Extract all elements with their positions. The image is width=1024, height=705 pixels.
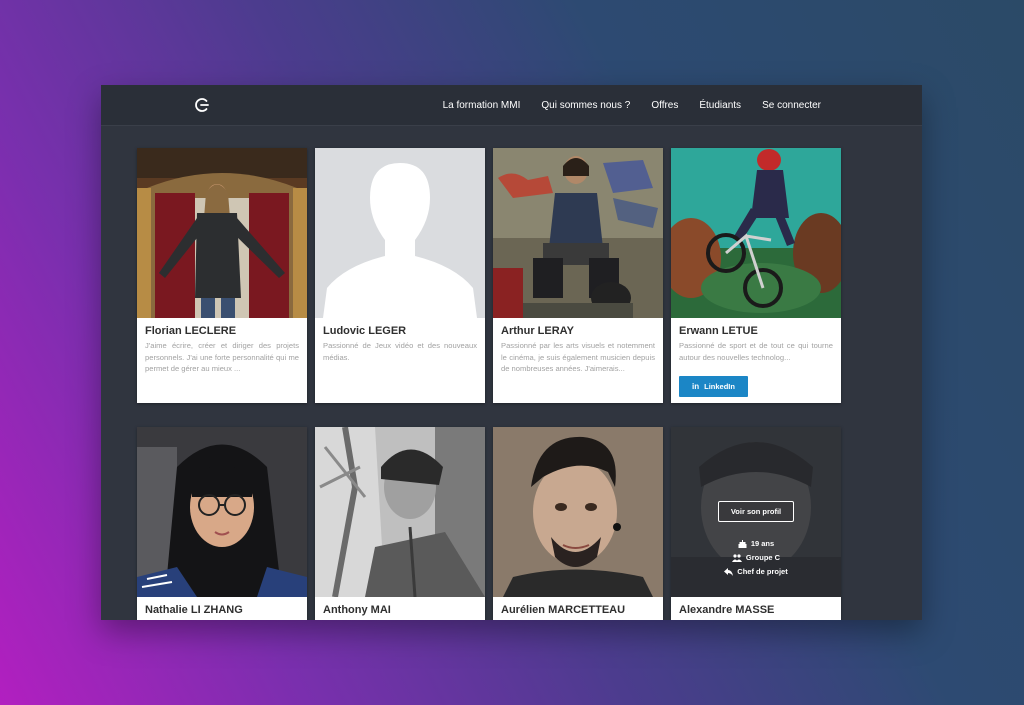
student-card[interactable]: Arthur LERAY Passionné par les arts visu… — [493, 148, 663, 403]
nav-link-offers[interactable]: Offres — [651, 100, 678, 111]
role-text: Chef de projet — [737, 567, 788, 576]
student-card[interactable]: Anthony MAI — [315, 427, 485, 620]
student-name: Arthur LERAY — [501, 325, 574, 337]
linkedin-icon: in — [692, 382, 700, 391]
age-row: 19 ans — [738, 539, 774, 548]
student-photo — [671, 148, 841, 318]
nav-link-formation[interactable]: La formation MMI — [443, 100, 521, 111]
view-profile-button[interactable]: Voir son profil — [718, 501, 794, 522]
student-description: J'aime écrire, créer et diriger des proj… — [145, 341, 299, 373]
role-row: Chef de projet — [724, 567, 788, 576]
student-description: Passionné de Jeux vidéo et des nouveaux … — [323, 341, 477, 362]
reply-icon — [724, 567, 734, 576]
logo-icon[interactable] — [194, 97, 210, 113]
student-card[interactable]: Ludovic LEGER Passionné de Jeux vidéo et… — [315, 148, 485, 403]
student-card[interactable]: Aurélien MARCETTEAU — [493, 427, 663, 620]
profile-overlay: Voir son profil 19 ans Groupe C Chef de … — [671, 427, 841, 597]
group-row: Groupe C — [731, 553, 781, 562]
profile-meta: 19 ans Groupe C Chef de projet — [724, 539, 788, 576]
student-name: Ludovic LEGER — [323, 325, 407, 337]
student-name: Florian LECLERE — [145, 325, 237, 337]
group-text: Groupe C — [745, 553, 781, 562]
linkedin-label: LinkedIn — [704, 382, 735, 391]
student-description: Passionné par les arts visuels et notemm… — [501, 341, 655, 373]
age-text: 19 ans — [750, 539, 775, 548]
birthday-cake-icon — [738, 539, 747, 548]
users-icon — [731, 553, 742, 562]
student-name: Alexandre MASSE — [679, 604, 775, 616]
nav-link-students[interactable]: Étudiants — [699, 100, 741, 111]
student-card[interactable]: Nathalie LI ZHANG — [137, 427, 307, 620]
student-photo: Voir son profil 19 ans Groupe C Chef de … — [671, 427, 841, 597]
browser-window: La formation MMI Qui sommes nous ? Offre… — [101, 85, 922, 620]
linkedin-button[interactable]: in LinkedIn — [679, 376, 748, 397]
student-card[interactable]: Florian LECLERE J'aime écrire, créer et … — [137, 148, 307, 403]
student-name: Aurélien MARCETTEAU — [501, 604, 626, 616]
student-name: Anthony MAI — [323, 604, 391, 616]
default-avatar-icon — [315, 148, 485, 318]
student-card[interactable]: Voir son profil 19 ans Groupe C Chef de … — [671, 427, 841, 620]
student-description: Passionné de sport et de tout ce qui tou… — [679, 341, 833, 362]
student-photo — [315, 427, 485, 597]
student-photo — [137, 148, 307, 318]
navbar: La formation MMI Qui sommes nous ? Offre… — [101, 85, 922, 126]
nav-link-about[interactable]: Qui sommes nous ? — [541, 100, 630, 111]
nav-link-login[interactable]: Se connecter — [762, 100, 821, 111]
student-photo — [137, 427, 307, 597]
nav-menu: La formation MMI Qui sommes nous ? Offre… — [443, 85, 821, 125]
student-name: Nathalie LI ZHANG — [145, 604, 243, 616]
student-card[interactable]: Erwann LETUE Passionné de sport et de to… — [671, 148, 841, 403]
student-name: Erwann LETUE — [679, 325, 758, 337]
student-photo — [493, 427, 663, 597]
student-photo — [493, 148, 663, 318]
